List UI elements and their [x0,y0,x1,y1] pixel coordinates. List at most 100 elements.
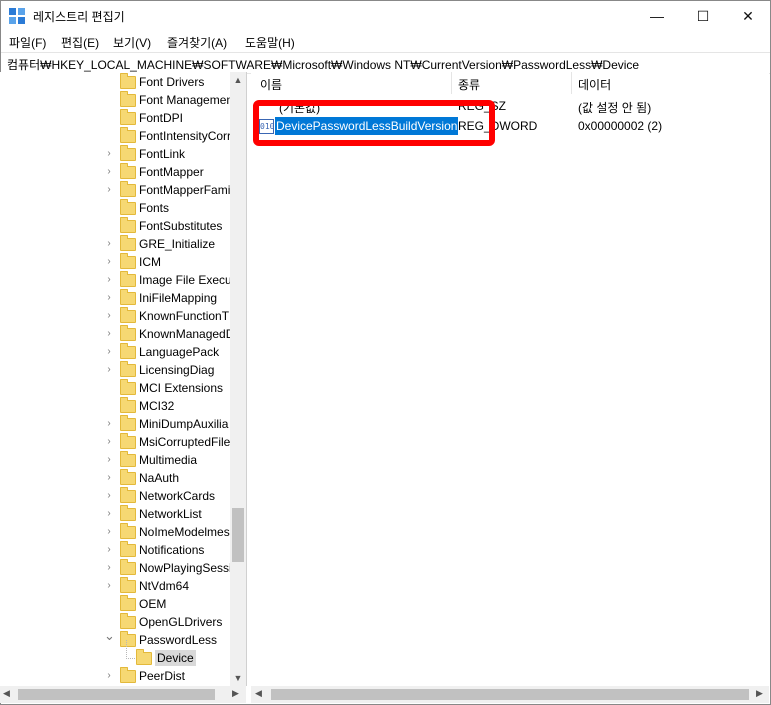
chevron-right-icon[interactable]: › [104,165,114,179]
maximize-button[interactable]: ☐ [680,1,726,31]
menu-edit[interactable]: 편집(E) [61,34,99,51]
tree-item[interactable]: › LanguagePack [0,343,230,361]
tree-item[interactable]: MCI32 [0,397,230,415]
menu-help[interactable]: 도움말(H) [245,34,295,51]
tree-item[interactable]: Font Drivers [0,73,230,91]
list-horizontal-scrollbar[interactable]: ◀ ▶ [251,686,769,703]
tree-item[interactable]: › Notifications [0,541,230,559]
folder-icon [120,217,136,233]
list-hscroll-thumb[interactable] [271,689,749,700]
minimize-button[interactable]: — [634,1,680,31]
values-list[interactable]: 이름 종류 데이터 (기본값) REG_SZ (값 설정 안 됨) 010 De… [251,72,769,686]
chevron-right-icon[interactable]: › [104,255,114,269]
tree-item[interactable]: Device [0,640,230,667]
tree-item[interactable]: › PeerDist [0,667,230,685]
tree-item[interactable]: › FontMapper [0,163,230,181]
chevron-right-icon[interactable]: › [104,291,114,305]
folder-icon [120,595,136,611]
tree-vertical-scrollbar[interactable]: ▲ ▼ [230,72,246,686]
tree-item[interactable]: › NetworkList [0,505,230,523]
chevron-right-icon[interactable]: › [104,417,114,431]
column-header-type[interactable]: 종류 [458,76,480,93]
chevron-right-icon[interactable]: › [104,327,114,341]
address-path[interactable]: 컴퓨터₩HKEY_LOCAL_MACHINE₩SOFTWARE₩Microsof… [7,56,639,73]
chevron-right-icon[interactable]: › [104,525,114,539]
chevron-right-icon[interactable]: › [104,579,114,593]
value-data: 0x00000002 (2) [578,119,663,133]
tree-item[interactable]: › FontLink [0,145,230,163]
tree-item[interactable]: › Image File Execu [0,271,232,289]
tree-item[interactable]: › KnownManagedD [0,325,234,343]
tree-item[interactable]: › MiniDumpAuxilia [0,415,230,433]
close-button[interactable]: ✕ [725,1,771,31]
tree-item-label: NaAuth [139,471,180,485]
tree-item[interactable]: › ICM [0,253,230,271]
tree-item[interactable]: › KnownFunctionT [0,307,230,325]
tree-item-label: PeerDist [139,669,186,683]
tree-item[interactable]: Fonts [0,199,230,217]
chevron-right-icon[interactable]: › [104,471,114,485]
menu-bar: 파일(F) 편집(E) 보기(V) 즐겨찾기(A) 도움말(H) [1,31,770,51]
tree-item[interactable]: OEM [0,595,230,613]
tree-item[interactable]: FontDPI [0,109,230,127]
column-divider[interactable] [571,72,572,94]
chevron-right-icon[interactable]: › [104,363,114,377]
column-divider[interactable] [451,72,452,94]
tree-item[interactable]: › NowPlayingSessi [0,559,232,577]
tree-item-label: NtVdm64 [139,579,190,593]
tree-item[interactable]: › NtVdm64 [0,577,230,595]
menu-view[interactable]: 보기(V) [113,34,151,51]
tree-scroll-thumb[interactable] [232,508,244,562]
tree-item[interactable]: MCI Extensions [0,379,230,397]
tree-hscroll-thumb[interactable] [18,689,215,700]
tree-item[interactable]: › GRE_Initialize [0,235,230,253]
chevron-right-icon[interactable]: › [104,435,114,449]
chevron-right-icon[interactable]: › [104,453,114,467]
menu-file[interactable]: 파일(F) [9,34,46,51]
tree-connector-line [126,640,135,659]
tree-item[interactable]: ⌄ PasswordLess [0,629,230,649]
chevron-right-icon[interactable]: › [104,273,114,287]
chevron-right-icon[interactable]: › [104,345,114,359]
scroll-left-arrow-icon[interactable]: ◀ [255,688,262,699]
address-bar[interactable]: 컴퓨터₩HKEY_LOCAL_MACHINE₩SOFTWARE₩Microsof… [1,52,770,74]
tree-item[interactable]: › FontMapperFamil [0,181,233,199]
tree-item-label: LanguagePack [139,345,220,359]
tree-item-label: Device [155,650,196,666]
chevron-right-icon[interactable]: › [104,669,114,683]
tree-item-label: FontMapper [139,165,204,179]
scroll-left-arrow-icon[interactable]: ◀ [3,688,10,699]
tree-item[interactable]: › NoImeModelmes [0,523,230,541]
scroll-right-arrow-icon[interactable]: ▶ [232,688,239,699]
folder-icon [120,433,136,449]
registry-key-tree[interactable]: Font Drivers Font Managemen FontDPI FontInt… [0,72,247,686]
tree-item[interactable]: FontSubstitutes [0,217,230,235]
chevron-down-icon[interactable]: ⌄ [104,629,115,643]
chevron-right-icon[interactable]: › [104,237,114,251]
chevron-right-icon[interactable]: › [104,543,114,557]
chevron-right-icon[interactable]: › [104,561,114,575]
chevron-right-icon[interactable]: › [104,183,114,197]
chevron-right-icon[interactable]: › [104,309,114,323]
menu-favorites[interactable]: 즐겨찾기(A) [167,34,227,51]
chevron-right-icon[interactable]: › [104,507,114,521]
scroll-right-arrow-icon[interactable]: ▶ [756,688,763,699]
tree-item-label: Font Managemen [139,93,234,107]
tree-item[interactable]: › LicensingDiag [0,361,230,379]
scroll-up-arrow-icon[interactable]: ▲ [230,72,246,88]
tree-item[interactable]: OpenGLDrivers [0,613,230,631]
column-header-data[interactable]: 데이터 [578,76,611,93]
chevron-right-icon[interactable]: › [104,147,114,161]
tree-item[interactable]: Font Managemen [0,91,234,109]
tree-horizontal-scrollbar[interactable]: ◀ ▶ [0,686,246,703]
tree-item[interactable]: › Multimedia [0,451,230,469]
tree-item[interactable]: FontIntensityCorr [0,127,231,145]
tree-item[interactable]: › MsiCorruptedFile [0,433,230,451]
column-header-name[interactable]: 이름 [260,76,282,93]
tree-item[interactable]: › NetworkCards [0,487,230,505]
scroll-down-arrow-icon[interactable]: ▼ [230,670,246,686]
chevron-right-icon[interactable]: › [104,489,114,503]
folder-icon [120,73,136,89]
tree-item[interactable]: › IniFileMapping [0,289,230,307]
tree-item[interactable]: › NaAuth [0,469,230,487]
